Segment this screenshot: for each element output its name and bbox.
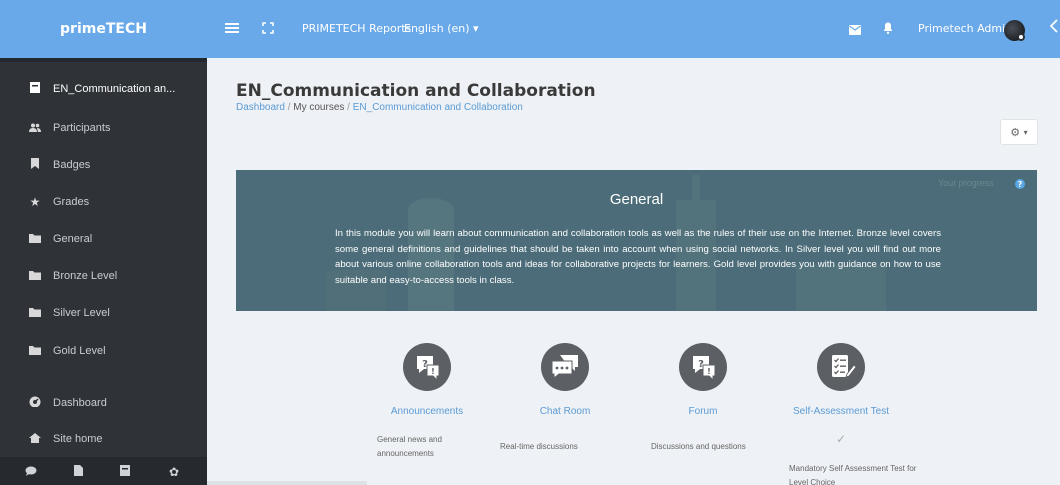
sidebar-item-site-home[interactable]: Site home — [0, 421, 207, 457]
sidebar-item-label: EN_Communication an... — [53, 83, 176, 95]
section-description: In this module you will learn about comm… — [335, 228, 941, 286]
language-label: English (en) — [404, 22, 470, 35]
sidebar-top-divider — [0, 58, 207, 62]
progress-label: Your progress — [938, 178, 994, 188]
sidebar-item-label: Site home — [53, 433, 103, 445]
sidebar-item-label: Participants — [53, 122, 111, 134]
gear-icon: ⚙ — [1010, 125, 1021, 139]
forum-question-icon: ? ! — [693, 356, 716, 382]
svg-text:!: ! — [431, 367, 435, 376]
gear-icon[interactable]: ✿ — [167, 465, 181, 479]
caret-down-icon: ▾ — [473, 22, 479, 35]
sidebar-item-dashboard[interactable]: Dashboard — [0, 385, 207, 421]
reports-link[interactable]: PRIMETECH Reports — [302, 22, 411, 36]
chat-icon[interactable] — [24, 465, 38, 479]
sidebar-item-course[interactable]: EN_Communication an... — [0, 71, 207, 107]
sidebar-item-label: Silver Level — [53, 307, 110, 319]
activity-link-announcements[interactable]: Announcements — [357, 406, 497, 417]
page-title: EN_Communication and Collaboration — [236, 81, 596, 101]
sidebar-item-general[interactable]: General — [0, 221, 207, 257]
collapse-arrow-icon[interactable] — [1049, 19, 1058, 36]
activity-description: General news and announcements — [377, 435, 442, 458]
help-icon[interactable]: ? — [1015, 179, 1025, 189]
activity-link-chat-room[interactable]: Chat Room — [495, 406, 635, 417]
activity-announcements[interactable]: ? ! — [403, 343, 451, 391]
forum-question-icon: ? ! — [417, 356, 440, 382]
breadcrumb-dashboard[interactable]: Dashboard — [236, 102, 285, 113]
sidebar-item-label: Badges — [53, 159, 91, 171]
activity-description: Mandatory Self Assessment Test for Level… — [789, 464, 917, 485]
online-status-icon — [1017, 33, 1025, 41]
breadcrumb-my-courses[interactable]: My courses — [293, 102, 344, 113]
dashboard-icon — [28, 396, 42, 410]
folder-icon — [28, 345, 42, 358]
sidebar-item-bronze-level[interactable]: Bronze Level — [0, 258, 207, 294]
svg-text:!: ! — [707, 367, 711, 376]
users-icon — [28, 122, 42, 135]
menu-icon[interactable] — [225, 21, 239, 37]
activity-link-forum[interactable]: Forum — [633, 406, 773, 417]
caret-down-icon: ▾ — [1023, 127, 1028, 137]
activity-self-assessment-test[interactable] — [817, 343, 865, 391]
fullscreen-icon[interactable] — [262, 21, 274, 37]
sidebar-item-label: Grades — [53, 196, 90, 208]
book-icon — [28, 82, 42, 96]
sidebar-item-grades[interactable]: ★ Grades — [0, 184, 207, 220]
home-icon — [28, 432, 42, 446]
bell-icon[interactable] — [883, 21, 893, 37]
breadcrumb-separator: / — [284, 102, 294, 113]
course-settings-button[interactable]: ⚙ ▾ — [1000, 119, 1038, 145]
horizontal-scrollbar[interactable] — [207, 481, 367, 485]
sidebar-item-participants[interactable]: Participants — [0, 110, 207, 146]
sidebar-item-gold-level[interactable]: Gold Level — [0, 333, 207, 369]
folder-icon — [28, 307, 42, 320]
sidebar-item-label: Dashboard — [53, 397, 107, 409]
breadcrumb: Dashboard / My courses / EN_Communicatio… — [236, 102, 523, 113]
book-icon[interactable] — [118, 465, 132, 479]
checklist-icon — [832, 355, 857, 378]
mail-icon[interactable] — [849, 22, 861, 38]
sidebar-item-label: Bronze Level — [53, 270, 118, 282]
breadcrumb-separator: / — [344, 102, 353, 113]
sidebar-item-silver-level[interactable]: Silver Level — [0, 295, 207, 331]
language-menu[interactable]: English (en) ▾ — [404, 22, 479, 36]
section-title: General — [609, 191, 664, 208]
activity-description: Discussions and questions — [651, 442, 746, 451]
breadcrumb-course[interactable]: EN_Communication and Collaboration — [353, 102, 523, 113]
chat-icon — [551, 355, 578, 380]
activity-chat-room[interactable] — [541, 343, 589, 391]
sidebar-item-badges[interactable]: Badges — [0, 147, 207, 183]
activity-link-self-assessment-test[interactable]: Self-Assessment Test — [771, 406, 911, 417]
sidebar-item-label: General — [53, 233, 93, 245]
file-icon[interactable] — [71, 465, 85, 479]
check-icon[interactable]: ✓ — [836, 432, 846, 446]
folder-icon — [28, 233, 42, 246]
activity-description: Real-time discussions — [500, 442, 578, 451]
brand-logo[interactable]: primeTECH — [0, 0, 207, 58]
folder-icon — [28, 270, 42, 283]
user-name[interactable]: Primetech Admin — [918, 22, 1012, 36]
activity-forum[interactable]: ? ! — [679, 343, 727, 391]
sidebar-item-label: Gold Level — [53, 345, 106, 357]
bookmark-icon — [28, 158, 42, 172]
star-icon: ★ — [29, 195, 41, 209]
